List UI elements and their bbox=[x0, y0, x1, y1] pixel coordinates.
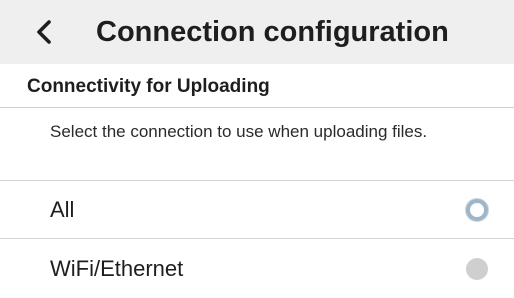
app-header: Connection configuration bbox=[0, 0, 514, 64]
description-text: Select the connection to use when upload… bbox=[50, 122, 428, 141]
option-wifi-ethernet[interactable]: WiFi/Ethernet bbox=[0, 240, 514, 298]
option-label: All bbox=[50, 197, 75, 222]
radio-button-unselected[interactable] bbox=[466, 258, 488, 280]
page-title: Connection configuration bbox=[96, 16, 449, 48]
radio-button-selected[interactable] bbox=[466, 199, 488, 221]
section-description: Select the connection to use when upload… bbox=[0, 108, 514, 181]
section-title: Connectivity for Uploading bbox=[27, 76, 270, 97]
option-all[interactable]: All bbox=[0, 181, 514, 239]
option-label: WiFi/Ethernet bbox=[50, 256, 184, 281]
back-button[interactable] bbox=[26, 14, 62, 50]
section-header: Connectivity for Uploading bbox=[0, 64, 514, 108]
chevron-left-icon bbox=[35, 19, 53, 45]
